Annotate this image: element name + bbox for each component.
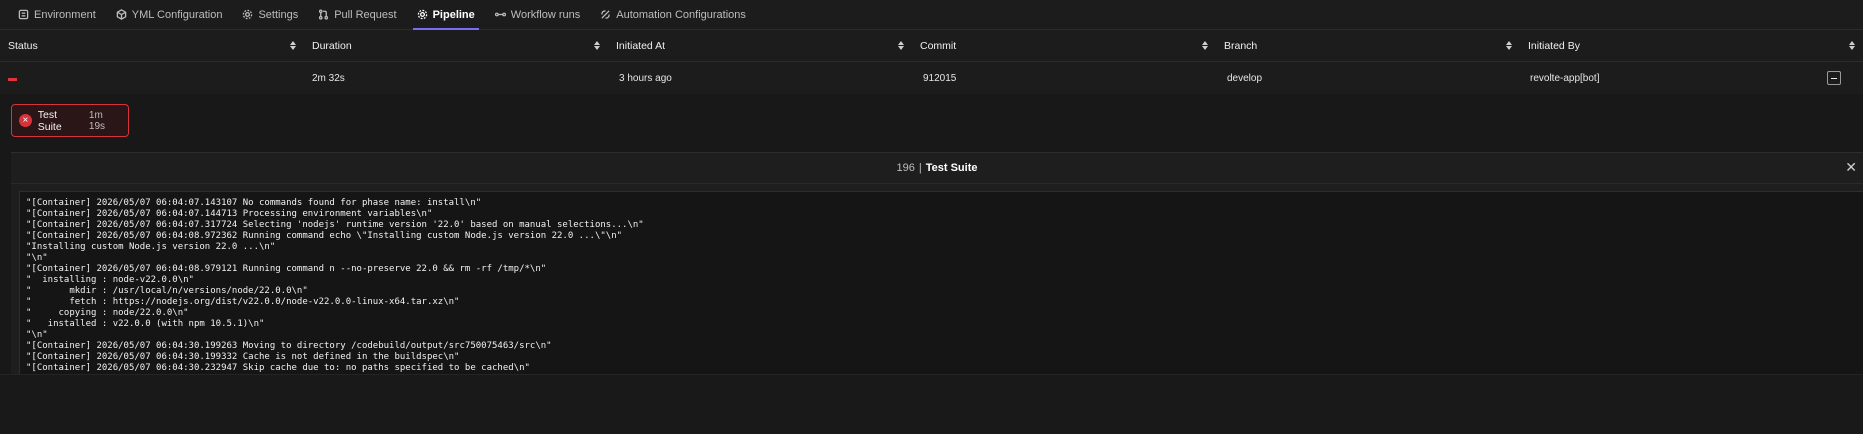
tab-environment[interactable]: Environment [8,0,106,29]
log-line: "[Container] 2026/05/07 06:04:07.317724 … [26,220,644,230]
tab-pull-request[interactable]: Pull Request [308,0,406,29]
sort-icon[interactable] [1849,41,1855,50]
automation-icon [601,10,611,19]
sort-icon[interactable] [290,41,296,50]
tab-yml-configuration[interactable]: YML Configuration [106,0,233,29]
tab-label: Pipeline [432,8,475,21]
close-icon[interactable]: ✕ [1845,160,1857,174]
collapse-row-button[interactable] [1827,71,1841,85]
log-line: "[Container] 2026/05/07 06:04:30.199263 … [26,341,552,351]
column-header-initiated-by[interactable]: Initiated By [1520,30,1863,61]
log-line: "[Container] 2026/05/07 06:04:07.143107 … [26,198,482,208]
log-line: " copying : node/22.0.0\n" [26,308,189,318]
log-panel: 196 | Test Suite ✕ "[Container] 2026/05/… [11,152,1863,375]
suite-list: × Test Suite 1m 19s [0,94,1863,140]
test-suite-card[interactable]: × Test Suite 1m 19s [11,104,129,137]
bottom-area [0,374,1863,434]
tab-label: YML Configuration [131,8,223,21]
log-line: "[Container] 2026/05/07 06:04:08.972362 … [26,231,623,241]
workflow-icon [494,12,506,17]
tab-label: Workflow runs [510,8,581,21]
tab-settings[interactable]: Settings [232,0,308,29]
tab-pipeline[interactable]: Pipeline [407,0,485,30]
gear-icon [243,9,253,20]
log-line: "[Container] 2026/05/07 06:04:08.979121 … [26,264,547,274]
log-line: " mkdir : /usr/local/n/versions/node/22.… [26,286,308,296]
tab-label: Automation Configurations [616,8,746,21]
sort-icon[interactable] [898,41,904,50]
table-header: Status Duration Initiated At Commit Bran… [0,30,1863,62]
log-line: " installed : v22.0.0 (with npm 10.5.1)\… [26,319,265,329]
column-header-branch[interactable]: Branch [1216,30,1520,61]
tab-bar: Environment YML Configuration Settings P… [0,0,1863,30]
log-line: "[Container] 2026/05/07 06:04:30.199332 … [26,352,460,362]
tab-label: Pull Request [334,8,397,21]
status-failed-indicator [8,77,17,81]
table-row[interactable]: 2m 32s 3 hours ago 912015 develop revolt… [0,62,1863,94]
column-header-initiated-at[interactable]: Initiated At [608,30,912,61]
panel-title: Test Suite [925,162,978,174]
log-line: " installing : node-v22.0.0\n" [26,275,194,285]
log-line: "\n" [26,330,48,340]
log-line: "\n" [26,253,48,263]
column-header-commit[interactable]: Commit [912,30,1216,61]
status-cell [0,73,304,84]
tab-label: Environment [34,8,96,21]
tab-automation-configurations[interactable]: Automation Configurations [590,0,756,29]
pipeline-icon [417,9,427,20]
build-number: 196 [896,162,915,174]
cube-icon [116,9,127,20]
log-output[interactable]: "[Container] 2026/05/07 06:04:07.143107 … [19,191,1863,375]
log-line: "Installing custom Node.js version 22.0 … [26,242,276,252]
initiated-by-value: revolte-app[bot] [1530,72,1600,84]
log-panel-header: 196 | Test Suite ✕ [11,153,1863,184]
pull-request-icon [319,9,329,20]
duration-cell: 2m 32s [312,72,345,84]
suite-duration: 1m 19s [88,109,106,132]
minus-icon [1831,77,1837,79]
column-header-duration[interactable]: Duration [304,30,608,61]
sort-icon[interactable] [1202,41,1208,50]
sort-icon[interactable] [594,41,600,50]
branch-cell: develop [1227,72,1263,84]
column-header-status[interactable]: Status [0,30,304,61]
tab-workflow-runs[interactable]: Workflow runs [485,0,590,29]
initiated-at-cell: 3 hours ago [619,72,672,84]
commit-cell: 912015 [923,72,957,84]
log-line: "[Container] 2026/05/07 06:04:07.144713 … [26,209,433,219]
error-icon: × [19,114,32,127]
log-line: "[Container] 2026/05/07 06:04:30.232947 … [26,363,530,373]
tab-label: Settings [258,8,299,21]
header-separator: | [918,162,922,174]
initiated-by-cell: revolte-app[bot] [1520,71,1863,85]
sort-icon[interactable] [1506,41,1512,50]
suite-name: Test Suite [37,108,62,133]
log-line: " fetch : https://nodejs.org/dist/v22.0.… [26,297,460,307]
environment-icon [18,9,29,20]
